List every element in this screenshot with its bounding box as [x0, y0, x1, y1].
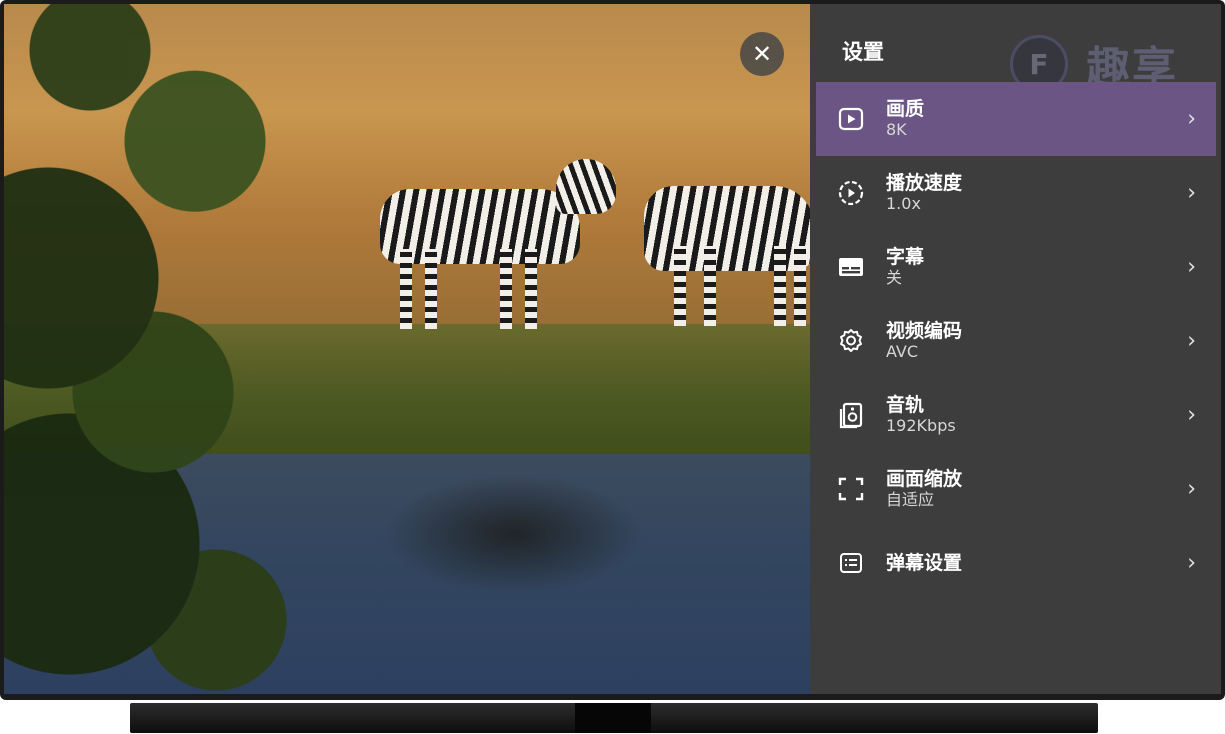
menu-item-zoom[interactable]: 画面缩放 自适应 ›	[816, 452, 1216, 526]
menu-item-quality[interactable]: 画质 8K ›	[816, 82, 1216, 156]
close-icon: ✕	[751, 40, 773, 68]
close-button[interactable]: ✕	[740, 32, 784, 76]
menu-value: 192Kbps	[886, 416, 956, 435]
menu-label: 画质	[886, 98, 925, 120]
danmaku-icon	[836, 548, 866, 578]
menu-value: 自适应	[886, 490, 935, 509]
menu-value: 8K	[886, 120, 907, 139]
menu-item-video-codec[interactable]: 视频编码 AVC ›	[816, 304, 1216, 378]
chevron-right-icon: ›	[1187, 550, 1196, 576]
tree-foliage	[4, 4, 384, 694]
chevron-right-icon: ›	[1187, 180, 1196, 206]
menu-item-playback-speed[interactable]: 播放速度 1.0x ›	[816, 156, 1216, 230]
menu-value: 关	[886, 268, 903, 287]
gear-icon	[836, 326, 866, 356]
panel-title: 设置	[842, 40, 884, 64]
chevron-right-icon: ›	[1187, 402, 1196, 428]
menu-label: 字幕	[886, 246, 925, 268]
menu-label: 音轨	[886, 394, 925, 416]
menu-item-audio-track[interactable]: 音轨 192Kbps ›	[816, 378, 1216, 452]
menu-value: AVC	[886, 342, 919, 361]
settings-panel: 设置 F 趣享 画质 8K › 播放速度 1.0x › 字幕 关 › 视频编码 …	[810, 4, 1221, 694]
soundbar-center-gap	[575, 703, 651, 733]
speed-circle-icon	[836, 178, 866, 208]
video-frame[interactable]: ✕	[4, 4, 810, 694]
menu-item-danmaku-settings[interactable]: 弹幕设置 ›	[816, 526, 1216, 600]
menu-label: 画面缩放	[886, 468, 963, 490]
tv-screen: ✕ 设置 F 趣享 画质 8K › 播放速度 1.0x › 字幕 关 › 视频编…	[4, 4, 1221, 694]
fullscreen-icon	[836, 474, 866, 504]
zebra-left	[380, 159, 616, 329]
zebra-reflection	[384, 474, 644, 594]
chevron-right-icon: ›	[1187, 106, 1196, 132]
tv-frame: ✕ 设置 F 趣享 画质 8K › 播放速度 1.0x › 字幕 关 › 视频编…	[0, 0, 1225, 700]
subtitles-icon	[836, 252, 866, 282]
chevron-right-icon: ›	[1187, 328, 1196, 354]
menu-label: 弹幕设置	[886, 552, 963, 574]
menu-label: 播放速度	[886, 172, 963, 194]
speaker-icon	[836, 400, 866, 430]
chevron-right-icon: ›	[1187, 476, 1196, 502]
play-square-icon	[836, 104, 866, 134]
zebra-right	[644, 186, 810, 326]
menu-value: 1.0x	[886, 194, 921, 213]
menu-item-subtitles[interactable]: 字幕 关 ›	[816, 230, 1216, 304]
menu-label: 视频编码	[886, 320, 963, 342]
chevron-right-icon: ›	[1187, 254, 1196, 280]
tv-soundbar	[130, 703, 1098, 733]
settings-menu: 画质 8K › 播放速度 1.0x › 字幕 关 › 视频编码 AVC › 音轨…	[816, 82, 1216, 600]
